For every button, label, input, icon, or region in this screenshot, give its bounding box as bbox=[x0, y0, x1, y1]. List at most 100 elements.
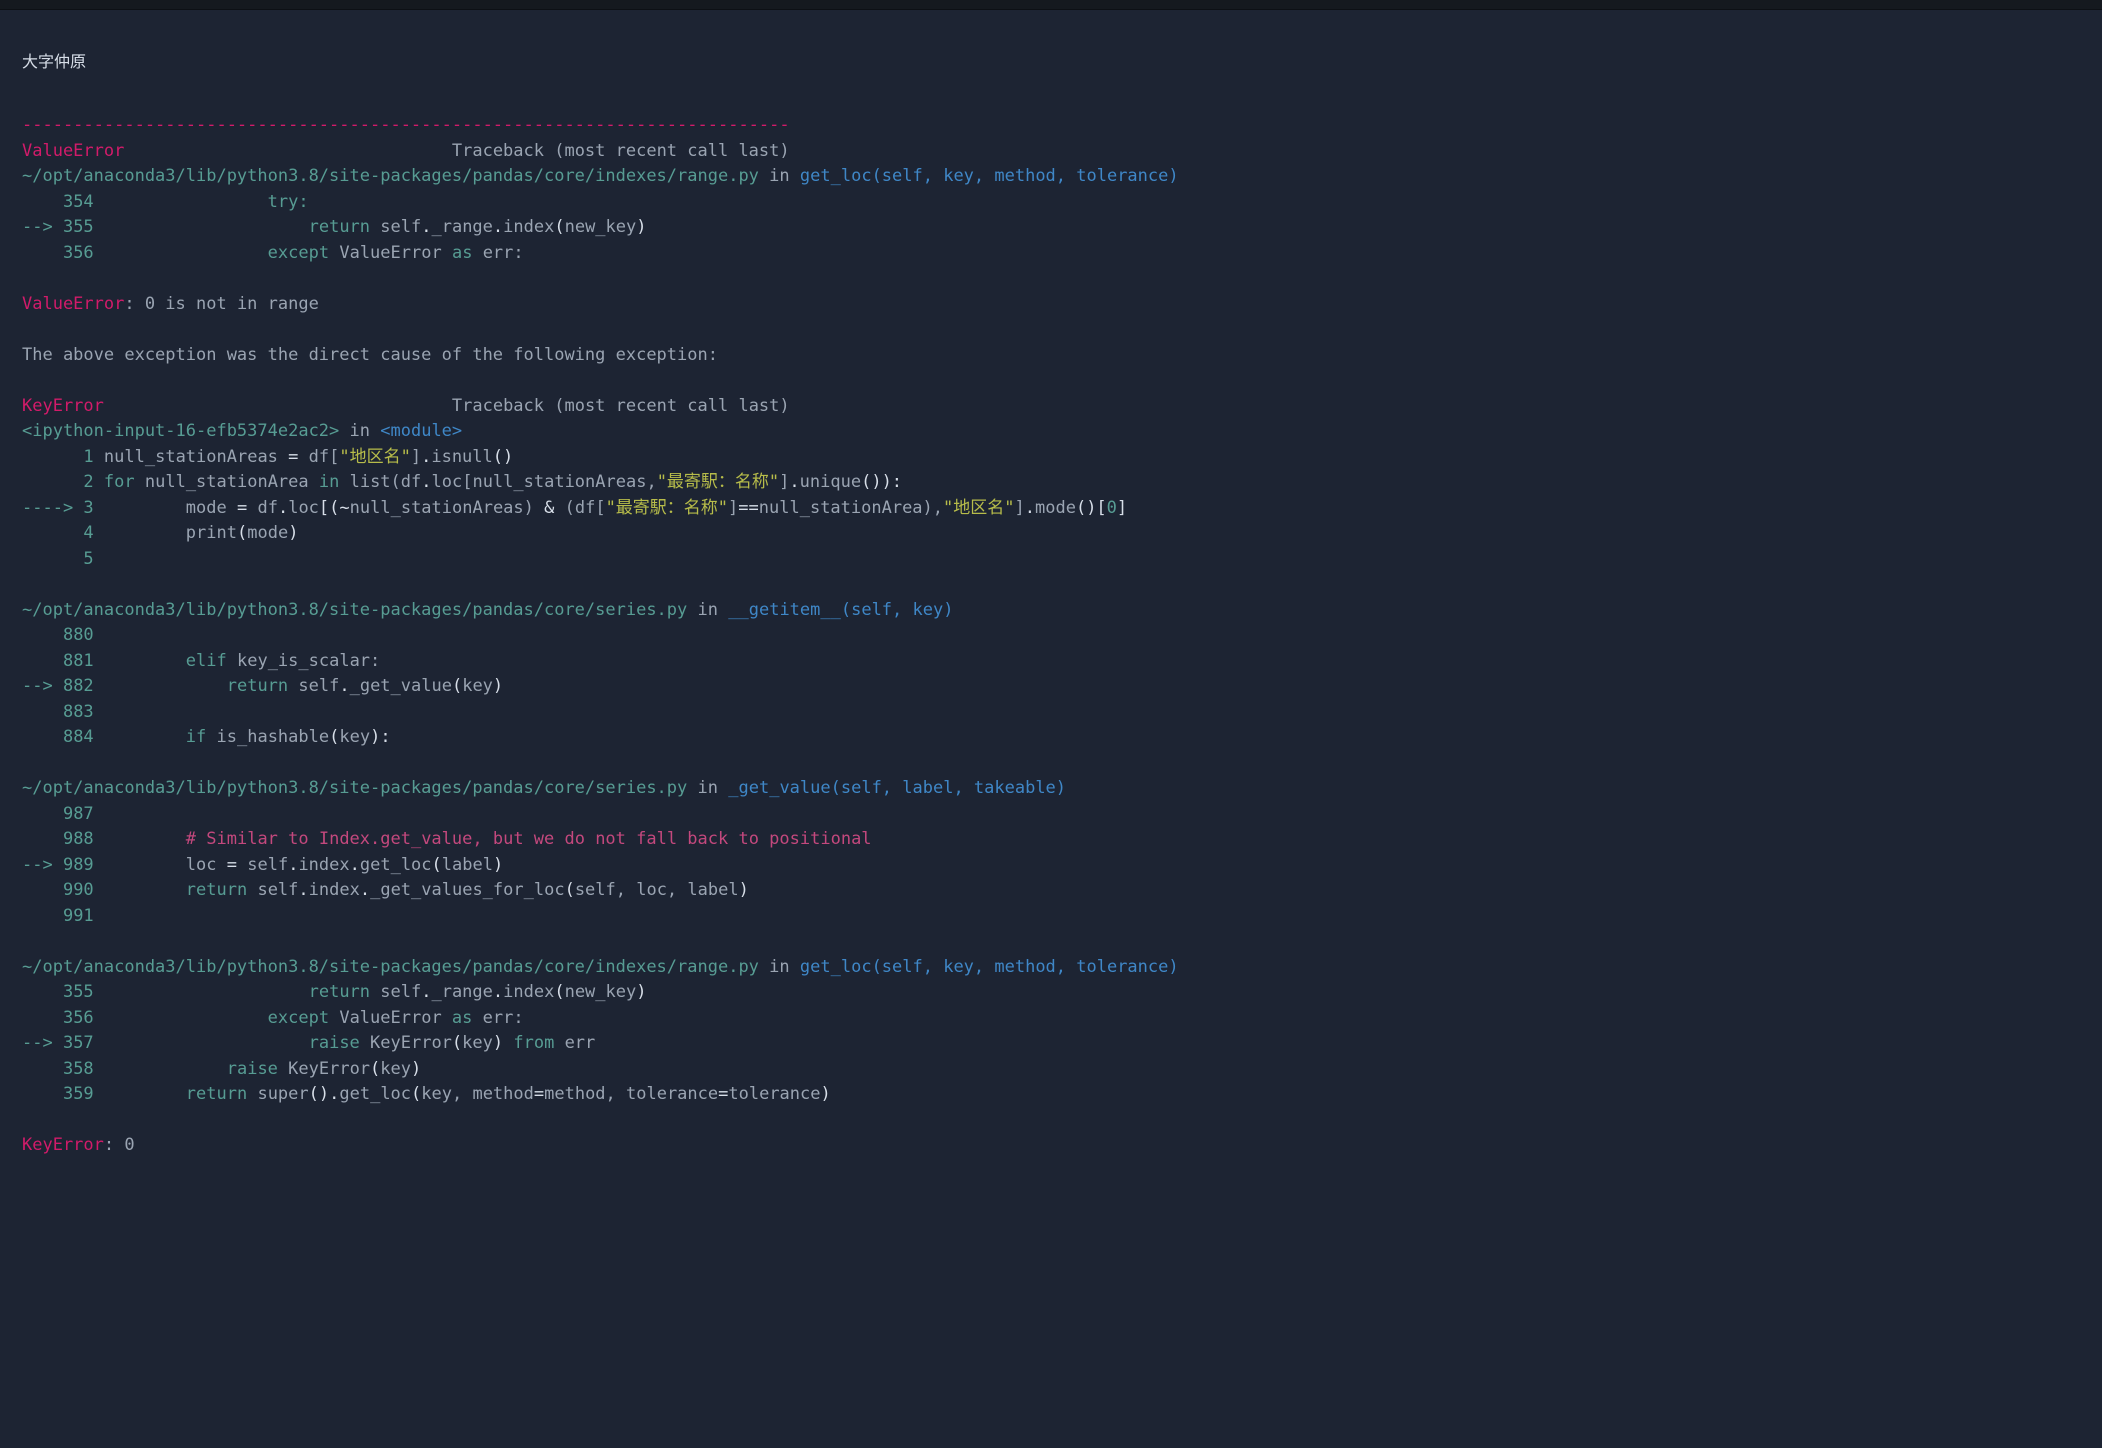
window-topbar bbox=[0, 0, 2102, 10]
op: = bbox=[534, 1084, 544, 1104]
op: . bbox=[339, 676, 349, 696]
ident: super bbox=[247, 1084, 308, 1104]
arrow: --> bbox=[22, 217, 63, 237]
frame1-path: ~/opt/anaconda3/lib/python3.8/site-packa… bbox=[22, 166, 759, 186]
error-valueerror: ValueError bbox=[22, 294, 124, 314]
op: . bbox=[329, 1084, 339, 1104]
ident: df[ bbox=[298, 447, 339, 467]
paren: () bbox=[309, 1084, 329, 1104]
kw-in: in bbox=[769, 166, 789, 186]
traceback-label bbox=[104, 396, 452, 416]
traceback-label bbox=[124, 141, 452, 161]
ident: print bbox=[186, 523, 237, 543]
op: . bbox=[360, 880, 370, 900]
string: "地区名" bbox=[943, 498, 1014, 518]
lineno: 3 bbox=[83, 498, 93, 518]
ident: loc bbox=[288, 498, 319, 518]
kw-elif: elif bbox=[186, 651, 227, 671]
lineno: 880 bbox=[63, 625, 94, 645]
ident: list(df bbox=[339, 472, 421, 492]
lineno: 884 bbox=[63, 727, 94, 747]
frame3-sig: (self, key) bbox=[841, 600, 954, 620]
traceback-text: Traceback (most recent call last) bbox=[452, 141, 790, 161]
number: 0 bbox=[1107, 498, 1117, 518]
ident: ] bbox=[779, 472, 789, 492]
ident: ] bbox=[411, 447, 421, 467]
ident: (df[ bbox=[554, 498, 605, 518]
ident: self bbox=[370, 982, 421, 1002]
paren: ) bbox=[821, 1084, 831, 1104]
lineno: 883 bbox=[63, 702, 94, 722]
lineno: 989 bbox=[63, 855, 94, 875]
op: == bbox=[738, 498, 758, 518]
lineno: 4 bbox=[83, 523, 93, 543]
ident: loc bbox=[186, 855, 227, 875]
frame2-module: <module> bbox=[380, 421, 462, 441]
error-msg: : 0 bbox=[104, 1135, 135, 1155]
ident: mode bbox=[247, 523, 288, 543]
kw-except: except bbox=[268, 243, 329, 263]
paren: ()): bbox=[861, 472, 902, 492]
op: . bbox=[493, 217, 503, 237]
lineno: 2 bbox=[83, 472, 93, 492]
ident: KeyError bbox=[360, 1033, 452, 1053]
kw-except: except bbox=[268, 1008, 329, 1028]
ident: index bbox=[503, 217, 554, 237]
ident: is_hashable bbox=[206, 727, 329, 747]
kw-raise: raise bbox=[227, 1059, 278, 1079]
paren: ): bbox=[370, 727, 390, 747]
frame1-func: get_loc bbox=[800, 166, 872, 186]
ident: null_stationArea), bbox=[759, 498, 943, 518]
string: "最寄駅：名称" bbox=[606, 498, 728, 518]
kw-for: for bbox=[104, 472, 135, 492]
lineno: 357 bbox=[63, 1033, 94, 1053]
kw-return: return bbox=[309, 217, 370, 237]
ident: null_stationArea bbox=[135, 472, 319, 492]
op: . bbox=[350, 855, 360, 875]
ident: ] bbox=[1015, 498, 1025, 518]
lineno: 358 bbox=[63, 1059, 94, 1079]
paren: ()[ bbox=[1076, 498, 1107, 518]
traceback-text: Traceback (most recent call last) bbox=[452, 396, 790, 416]
paren: ( bbox=[554, 982, 564, 1002]
ident: tolerance bbox=[728, 1084, 820, 1104]
ident: index bbox=[298, 855, 349, 875]
arrow: --> bbox=[22, 1033, 63, 1053]
kw-in: in bbox=[350, 421, 370, 441]
ident: self, loc, label bbox=[575, 880, 739, 900]
paren: ( bbox=[554, 217, 564, 237]
lineno: 881 bbox=[63, 651, 94, 671]
arrow: --> bbox=[22, 855, 63, 875]
paren: ] bbox=[1117, 498, 1127, 518]
ident: mode bbox=[1035, 498, 1076, 518]
kw-from: from bbox=[513, 1033, 554, 1053]
paren: ( bbox=[329, 727, 339, 747]
ident: index bbox=[503, 982, 554, 1002]
paren: () bbox=[493, 447, 513, 467]
ident: unique bbox=[800, 472, 861, 492]
ident: ValueError bbox=[329, 1008, 452, 1028]
kw-return: return bbox=[309, 982, 370, 1002]
ident: null_stationAreas) bbox=[350, 498, 544, 518]
paren: [( bbox=[319, 498, 339, 518]
ident: err: bbox=[472, 1008, 523, 1028]
paren: ( bbox=[432, 855, 442, 875]
ident: ValueError bbox=[339, 243, 441, 263]
ident: new_key bbox=[565, 982, 637, 1002]
lineno: 991 bbox=[63, 906, 94, 926]
string: "最寄駅：名称" bbox=[657, 472, 779, 492]
ident: _get_value bbox=[350, 676, 452, 696]
ident: self bbox=[247, 880, 298, 900]
kw-in: in bbox=[698, 778, 718, 798]
cell-title: 大字仲原 bbox=[22, 42, 2080, 88]
paren: ) bbox=[636, 982, 646, 1002]
paren: ) bbox=[493, 1033, 513, 1053]
divider-rule: ----------------------------------------… bbox=[22, 115, 790, 135]
lineno: 1 bbox=[83, 447, 93, 467]
ident: [null_stationAreas, bbox=[462, 472, 656, 492]
ident: _get_values_for_loc bbox=[370, 880, 564, 900]
frame4-sig: (self, label, takeable) bbox=[831, 778, 1066, 798]
error-name-valueerror: ValueError bbox=[22, 141, 124, 161]
lineno: 356 bbox=[63, 243, 94, 263]
lineno: 355 bbox=[63, 217, 94, 237]
